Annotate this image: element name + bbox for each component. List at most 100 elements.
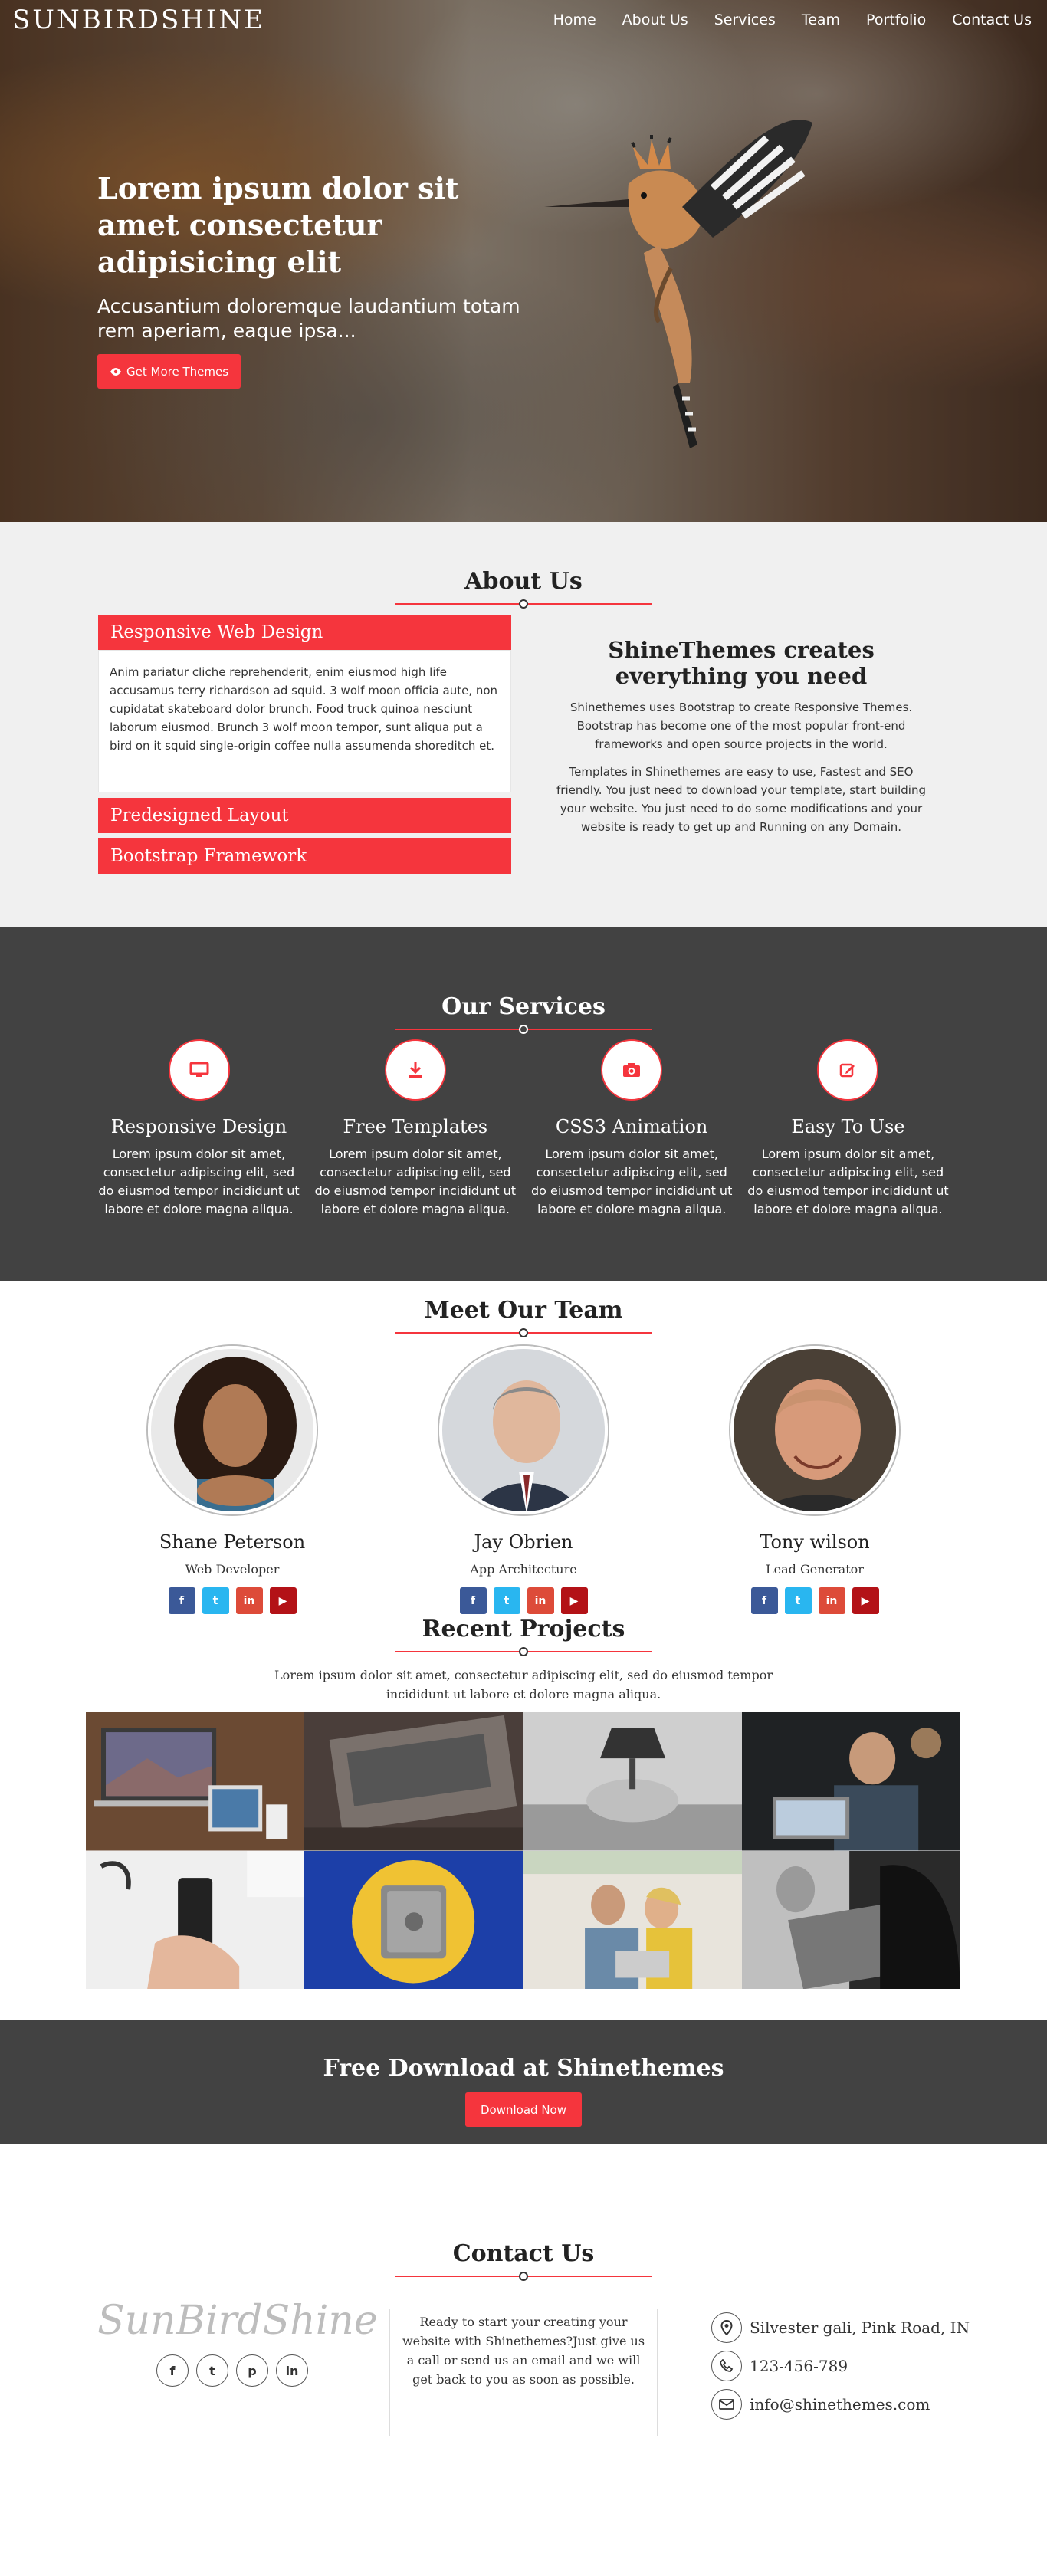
- service-name: Free Templates: [343, 1116, 488, 1137]
- monitor-icon: [168, 1039, 230, 1101]
- nav-item-services[interactable]: Services: [714, 11, 776, 28]
- project-tile-team-working[interactable]: [741, 1712, 960, 1851]
- hero-section: Lorem ipsum dolor sit amet consectetur a…: [0, 0, 1047, 522]
- team-member-card: Tony wilson Lead Generator f t in ▶: [700, 1346, 930, 1614]
- brand-logo[interactable]: SUNBIRDSHINE: [12, 5, 265, 35]
- service-name: CSS3 Animation: [555, 1116, 708, 1137]
- contact-message: Ready to start your creating your websit…: [389, 2309, 658, 2436]
- footer-logo: SunBirdShine: [97, 2298, 378, 2344]
- contact-title: Contact Us: [452, 2240, 595, 2267]
- youtube-icon[interactable]: ▶: [852, 1587, 879, 1614]
- about-paragraph-1: Shinethemes uses Bootstrap to create Res…: [569, 701, 913, 751]
- section-divider: [395, 599, 652, 609]
- team-member-card: Jay Obrien App Architecture f t in ▶: [409, 1346, 638, 1614]
- camera-icon: [601, 1039, 663, 1101]
- project-tile-lamp[interactable]: [523, 1712, 742, 1851]
- twitter-icon[interactable]: t: [202, 1587, 229, 1614]
- project-tile-safe[interactable]: [304, 1850, 524, 1989]
- map-pin-icon: [711, 2312, 742, 2343]
- service-name: Responsive Design: [110, 1116, 287, 1137]
- facebook-icon[interactable]: f: [459, 1587, 487, 1614]
- project-tile-laptop-dark[interactable]: [304, 1712, 524, 1851]
- hero-title: Lorem ipsum dolor sit amet consectetur a…: [97, 171, 459, 279]
- member-social-links: f t in ▶: [409, 1587, 638, 1614]
- nav-item-home[interactable]: Home: [553, 11, 596, 28]
- facebook-icon[interactable]: f: [168, 1587, 195, 1614]
- service-name: Easy To Use: [791, 1116, 905, 1137]
- contact-brand: SunBirdShine f t p in: [97, 2298, 378, 2387]
- avatar: [148, 1346, 317, 1514]
- linkedin-icon[interactable]: in: [276, 2354, 308, 2387]
- member-role: App Architecture: [470, 1562, 577, 1577]
- projects-section: Recent Projects Lorem ipsum dolor sit am…: [0, 1616, 1047, 2020]
- linkedin-icon[interactable]: in: [818, 1587, 845, 1614]
- contact-email: info@shinethemes.com: [711, 2385, 970, 2423]
- service-responsive-design: Responsive Design Lorem ipsum dolor sit …: [97, 1039, 300, 1219]
- project-tile-man-laptop[interactable]: [741, 1850, 960, 1989]
- accordion-item-predesigned-layout[interactable]: Predesigned Layout: [98, 798, 511, 833]
- nav-item-team[interactable]: Team: [802, 11, 840, 28]
- service-text: Lorem ipsum dolor sit amet, consectetur …: [530, 1147, 733, 1216]
- nav-item-portfolio[interactable]: Portfolio: [866, 11, 926, 28]
- facebook-icon[interactable]: f: [750, 1587, 778, 1614]
- about-summary: ShineThemes creates everything you need …: [555, 637, 927, 836]
- youtube-icon[interactable]: ▶: [560, 1587, 588, 1614]
- service-text: Lorem ipsum dolor sit amet, consectetur …: [747, 1147, 949, 1216]
- twitter-icon[interactable]: t: [196, 2354, 228, 2387]
- member-name: Shane Peterson: [159, 1531, 306, 1553]
- member-role: Lead Generator: [766, 1562, 864, 1577]
- phone-text[interactable]: 123-456-789: [750, 2357, 848, 2375]
- project-tile-couple-laptop[interactable]: [523, 1850, 742, 1989]
- project-tile-laptop-desk[interactable]: [86, 1712, 305, 1851]
- member-role: Web Developer: [185, 1562, 280, 1577]
- contact-details: Silvester gali, Pink Road, IN 123-456-78…: [711, 2309, 970, 2423]
- accordion-item-bootstrap-framework[interactable]: Bootstrap Framework: [98, 838, 511, 874]
- features-accordion: Responsive Web Design Anim pariatur clic…: [98, 615, 511, 879]
- service-free-templates: Free Templates Lorem ipsum dolor sit ame…: [313, 1039, 517, 1219]
- member-name: Tony wilson: [760, 1531, 870, 1553]
- services-title: Our Services: [441, 993, 606, 1020]
- address-text: Silvester gali, Pink Road, IN: [750, 2318, 970, 2337]
- contact-address: Silvester gali, Pink Road, IN: [711, 2309, 970, 2347]
- member-social-links: f t in ▶: [117, 1587, 347, 1614]
- member-name: Jay Obrien: [474, 1531, 573, 1553]
- get-more-themes-button[interactable]: Get More Themes: [97, 354, 241, 389]
- services-section: Our Services Responsive Design Lorem ips…: [0, 927, 1047, 1281]
- section-divider: [395, 2272, 652, 2281]
- linkedin-icon[interactable]: in: [235, 1587, 263, 1614]
- accordion-item-responsive-web-design[interactable]: Responsive Web Design: [98, 615, 511, 650]
- avatar: [730, 1346, 899, 1514]
- edit-icon: [817, 1039, 879, 1101]
- team-title: Meet Our Team: [424, 1297, 623, 1324]
- facebook-icon[interactable]: f: [156, 2354, 189, 2387]
- section-divider: [395, 1647, 652, 1656]
- pinterest-icon[interactable]: p: [236, 2354, 268, 2387]
- navbar: SUNBIRDSHINE Home About Us Services Team…: [0, 0, 1047, 40]
- service-css3-animation: CSS3 Animation Lorem ipsum dolor sit ame…: [530, 1039, 734, 1219]
- section-divider: [395, 1328, 652, 1337]
- contact-section: Contact Us SunBirdShine f t p in Ready t…: [0, 2144, 1047, 2485]
- nav-item-about[interactable]: About Us: [622, 11, 688, 28]
- email-text[interactable]: info@shinethemes.com: [750, 2395, 930, 2414]
- envelope-icon: [711, 2389, 742, 2420]
- about-section: About Us Responsive Web Design Anim pari…: [0, 522, 1047, 927]
- services-list: Responsive Design Lorem ipsum dolor sit …: [97, 1039, 950, 1219]
- team-member-card: Shane Peterson Web Developer f t in ▶: [117, 1346, 347, 1614]
- projects-lead: Lorem ipsum dolor sit amet, consectetur …: [274, 1668, 773, 1701]
- download-icon: [384, 1039, 446, 1101]
- project-tile-phone-hand[interactable]: [86, 1850, 305, 1989]
- service-easy-to-use: Easy To Use Lorem ipsum dolor sit amet, …: [747, 1039, 950, 1219]
- accordion-body: Anim pariatur cliche reprehenderit, enim…: [98, 650, 511, 792]
- nav-item-contact[interactable]: Contact Us: [952, 11, 1032, 28]
- youtube-icon[interactable]: ▶: [269, 1587, 297, 1614]
- download-now-button[interactable]: Download Now: [465, 2092, 582, 2127]
- twitter-icon[interactable]: t: [784, 1587, 812, 1614]
- about-summary-title: ShineThemes creates everything you need: [608, 637, 875, 689]
- download-cta-section: Free Download at Shinethemes Download No…: [0, 2020, 1047, 2144]
- about-paragraph-2: Templates in Shinethemes are easy to use…: [556, 765, 926, 834]
- linkedin-icon[interactable]: in: [527, 1587, 554, 1614]
- twitter-icon[interactable]: t: [493, 1587, 520, 1614]
- hero-subtitle: Accusantium doloremque laudantium totam …: [97, 295, 520, 342]
- avatar: [439, 1346, 608, 1514]
- cta-title: Free Download at Shinethemes: [323, 2055, 724, 2082]
